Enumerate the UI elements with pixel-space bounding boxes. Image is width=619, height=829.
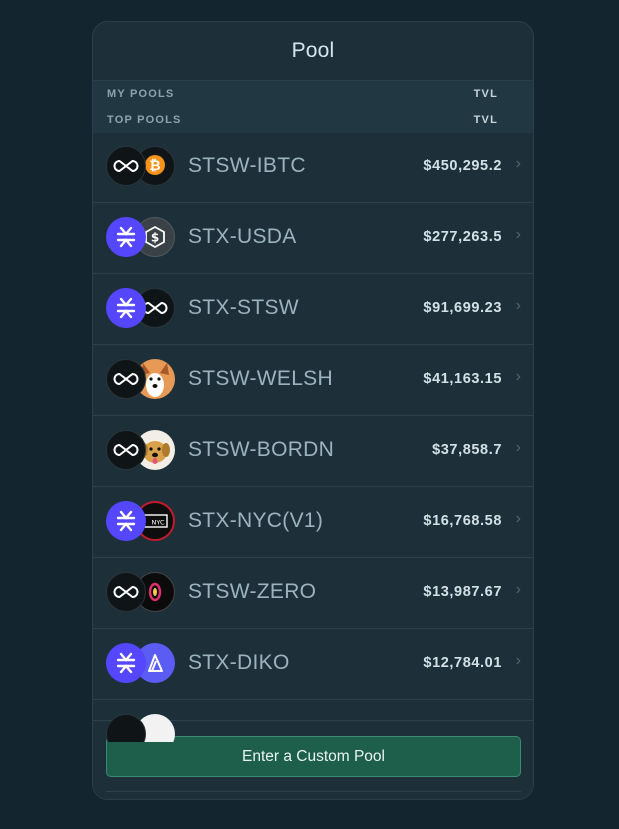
pool-name: STSW-BORDN <box>188 438 335 461</box>
pool-token-pair <box>106 430 178 472</box>
enter-custom-pool-button[interactable]: Enter a Custom Pool <box>106 736 521 777</box>
pool-row[interactable]: STSW-WELSH $41,163.15 › <box>93 345 533 416</box>
pool-tvl: $16,768.58 <box>423 513 502 529</box>
footer-divider <box>106 791 521 792</box>
pool-token-pair <box>106 359 178 401</box>
chevron-right-icon: › <box>515 155 521 172</box>
stx-icon <box>106 501 146 541</box>
pool-name: STSW-ZERO <box>188 580 317 603</box>
stx-icon <box>106 217 146 257</box>
svg-text:₿: ₿ <box>149 158 160 174</box>
pool-row[interactable]: NYC STX-NYC(V1) $16,768.58 › <box>93 487 533 558</box>
svg-text:$: $ <box>151 231 159 245</box>
stsw-icon <box>106 359 146 399</box>
top-pools-list[interactable]: ₿ STSW-IBTC $450,295.2 › $ STX-USDA $277… <box>93 132 533 742</box>
my-pools-label: MY POOLS <box>107 88 175 100</box>
pool-row[interactable]: STSW-BORDN $37,858.7 › <box>93 416 533 487</box>
pool-token-pair <box>106 643 178 685</box>
chevron-right-icon: › <box>515 581 521 598</box>
my-pools-header[interactable]: MY POOLS TVL <box>107 81 498 107</box>
chevron-right-icon: › <box>515 297 521 314</box>
pool-name: STX-NYC(V1) <box>188 509 324 532</box>
pool-row[interactable]: STSW-ZERO $13,987.67 › <box>93 558 533 629</box>
svg-text:NYC: NYC <box>151 519 164 527</box>
pool-tvl: $277,263.5 <box>423 229 502 245</box>
stsw-icon <box>106 146 146 186</box>
pool-token-pair: ₿ <box>106 146 178 188</box>
pool-token-pair: $ <box>106 217 178 259</box>
pool-section-header: MY POOLS TVL TOP POOLS TVL <box>93 81 533 133</box>
pool-tvl: $91,699.23 <box>423 300 502 316</box>
chevron-right-icon: › <box>515 368 521 385</box>
stsw-icon <box>106 714 146 742</box>
top-pools-label: TOP POOLS <box>107 114 182 126</box>
pool-name: STSW-IBTC <box>188 154 306 177</box>
chevron-right-icon: › <box>515 510 521 527</box>
pool-token-pair <box>106 288 178 330</box>
top-pools-tvl-label: TVL <box>473 114 498 126</box>
pool-row[interactable]: STX-DIKO $12,784.01 › <box>93 629 533 700</box>
my-pools-tvl-label: TVL <box>473 88 498 100</box>
pool-name: STX-USDA <box>188 225 297 248</box>
chevron-right-icon: › <box>515 652 521 669</box>
stx-icon <box>106 643 146 683</box>
pool-row[interactable]: STX-STSW $91,699.23 › <box>93 274 533 345</box>
chevron-right-icon: › <box>515 439 521 456</box>
top-pools-header[interactable]: TOP POOLS TVL <box>107 107 498 133</box>
pool-tvl: $37,858.7 <box>432 442 502 458</box>
stx-icon <box>106 288 146 328</box>
stsw-icon <box>106 430 146 470</box>
pool-tvl: $13,987.67 <box>423 584 502 600</box>
pool-name: STX-DIKO <box>188 651 290 674</box>
pool-name: STSW-WELSH <box>188 367 333 390</box>
chevron-right-icon: › <box>515 226 521 243</box>
pool-tvl: $41,163.15 <box>423 371 502 387</box>
pool-token-pair <box>106 714 178 742</box>
pool-row[interactable]: $ STX-USDA $277,263.5 › <box>93 203 533 274</box>
pool-tvl: $450,295.2 <box>423 158 502 174</box>
pool-name: STX-STSW <box>188 296 299 319</box>
pool-tvl: $12,784.01 <box>423 655 502 671</box>
pool-token-pair <box>106 572 178 614</box>
pool-token-pair: NYC <box>106 501 178 543</box>
pool-panel: Pool MY POOLS TVL TOP POOLS TVL ₿ STSW-I… <box>92 21 534 800</box>
stsw-icon <box>106 572 146 612</box>
pool-row[interactable]: ₿ STSW-IBTC $450,295.2 › <box>93 132 533 203</box>
page-title: Pool <box>93 22 533 81</box>
